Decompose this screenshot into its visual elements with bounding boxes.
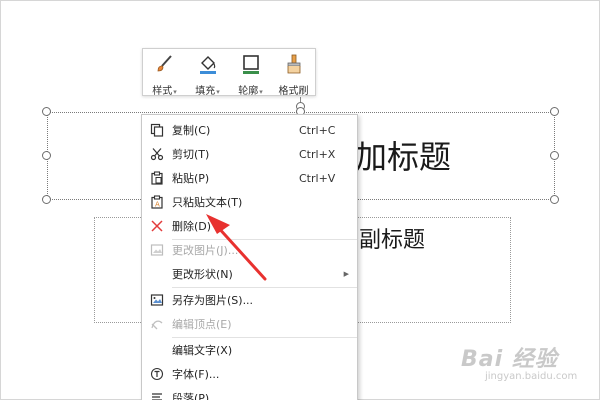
watermark-brand: Bai 经验 — [461, 347, 558, 372]
watermark: Bai 经验 jingyan.baidu.com — [461, 341, 577, 382]
slide-canvas[interactable]: 加标题 副标题 样式▾ 填充▾ 轮廓▾ 格式刷 复制(C) Ctrl+C 剪切(… — [0, 0, 600, 400]
watermark-url: jingyan.baidu.com — [485, 371, 578, 382]
